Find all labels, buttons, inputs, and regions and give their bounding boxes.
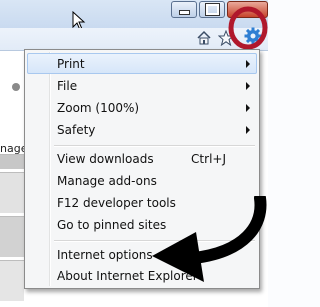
minimize-icon [172,2,196,17]
menu-item-manage-add-ons[interactable]: Manage add-ons [27,170,257,191]
menu-item-zoom[interactable]: Zoom (100%) [27,97,257,118]
page-image [0,260,24,301]
tools-gear-icon[interactable] [244,27,262,45]
page-image [0,154,24,169]
home-icon[interactable] [196,30,212,46]
bullet-dot [12,83,20,91]
menu-item-go-to-pinned-sites[interactable]: Go to pinned sites [27,214,257,235]
menu-item-label: Print [57,57,85,71]
page-image [0,172,24,213]
menu-item-label: View downloads [57,152,154,166]
favorites-star-icon[interactable] [218,30,234,46]
submenu-arrow-icon [246,60,250,68]
menu-item-label: Safety [57,123,96,137]
menu-item-label: Internet options [57,248,153,262]
menu-item-label: File [57,79,78,93]
menu-separator [54,145,255,147]
submenu-arrow-icon [246,82,250,90]
close-button[interactable] [227,1,268,18]
menu-item-label: F12 developer tools [57,196,176,210]
menu-item-label: Manage add-ons [57,174,157,188]
menu-item-file[interactable]: File [27,75,257,96]
menu-item-label: Zoom (100%) [57,101,140,115]
minimize-button[interactable] [171,1,197,18]
submenu-arrow-icon [246,126,250,134]
menu-item-internet-options[interactable]: Internet options [27,244,257,265]
maximize-button[interactable] [199,1,225,18]
menu-item-safety[interactable]: Safety [27,119,257,140]
tools-menu: Print File Zoom (100%) Safety View downl… [24,49,260,289]
menu-item-view-downloads[interactable]: View downloads Ctrl+J [27,148,257,169]
submenu-arrow-icon [246,104,250,112]
menu-item-shortcut: Ctrl+J [191,152,226,166]
page-image [0,216,24,257]
menu-item-label: About Internet Explorer [57,269,198,283]
menu-item-print[interactable]: Print [27,53,257,74]
menu-item-f12-developer-tools[interactable]: F12 developer tools [27,192,257,213]
menu-item-label: Go to pinned sites [57,218,167,232]
menu-separator [54,240,255,242]
menu-item-about-internet-explorer[interactable]: About Internet Explorer [27,265,257,286]
restore-icon [200,2,224,17]
